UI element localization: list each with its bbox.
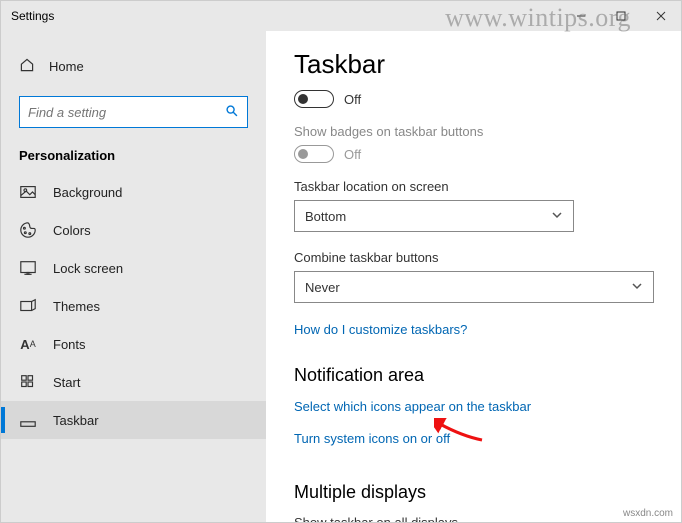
taskbar-icon — [19, 411, 37, 429]
chevron-down-icon — [631, 282, 643, 293]
window-buttons — [561, 1, 681, 31]
combine-select[interactable]: Never — [294, 271, 654, 303]
nav-taskbar[interactable]: Taskbar — [1, 401, 266, 439]
system-icons-link[interactable]: Turn system icons on or off — [294, 431, 450, 446]
nav-themes[interactable]: Themes — [1, 287, 266, 325]
multi-label: Show taskbar on all displays — [294, 515, 659, 522]
select-icons-link[interactable]: Select which icons appear on the taskbar — [294, 399, 531, 414]
nav-label: Themes — [53, 299, 100, 314]
location-label: Taskbar location on screen — [294, 179, 659, 194]
fonts-icon: AA — [19, 335, 37, 353]
toggle-state: Off — [344, 92, 361, 107]
select-value: Bottom — [305, 209, 346, 224]
location-select[interactable]: Bottom — [294, 200, 574, 232]
toggle-badges — [294, 145, 334, 163]
nav-fonts[interactable]: AA Fonts — [1, 325, 266, 363]
lockscreen-icon — [19, 259, 37, 277]
page-title: Taskbar — [294, 49, 659, 80]
nav-label: Fonts — [53, 337, 86, 352]
chevron-down-icon — [551, 211, 563, 222]
nav-label: Background — [53, 185, 122, 200]
minimize-button[interactable] — [561, 1, 601, 31]
window-title: Settings — [1, 9, 54, 23]
badges-label: Show badges on taskbar buttons — [294, 124, 659, 139]
home-icon — [19, 57, 35, 76]
search-box[interactable] — [19, 96, 248, 128]
home-nav[interactable]: Home — [1, 49, 266, 84]
toggle-taskbar[interactable] — [294, 90, 334, 108]
select-value: Never — [305, 280, 340, 295]
close-button[interactable] — [641, 1, 681, 31]
titlebar: Settings — [1, 1, 681, 31]
picture-icon — [19, 183, 37, 201]
home-label: Home — [49, 59, 84, 74]
nav-lockscreen[interactable]: Lock screen — [1, 249, 266, 287]
nav-colors[interactable]: Colors — [1, 211, 266, 249]
multiple-displays-header: Multiple displays — [294, 482, 659, 503]
nav-label: Colors — [53, 223, 91, 238]
notification-area-header: Notification area — [294, 365, 659, 386]
section-header: Personalization — [1, 142, 266, 173]
sidebar: Home Personalization Background Colors — [1, 31, 266, 522]
start-icon — [19, 373, 37, 391]
nav-start[interactable]: Start — [1, 363, 266, 401]
customize-link[interactable]: How do I customize taskbars? — [294, 322, 467, 337]
nav-label: Lock screen — [53, 261, 123, 276]
search-icon — [225, 104, 239, 121]
footer-watermark: wsxdn.com — [623, 508, 673, 519]
nav-label: Start — [53, 375, 80, 390]
nav-background[interactable]: Background — [1, 173, 266, 211]
themes-icon — [19, 297, 37, 315]
toggle-state: Off — [344, 147, 361, 162]
maximize-button[interactable] — [601, 1, 641, 31]
main-panel: Taskbar Off Show badges on taskbar butto… — [266, 31, 681, 522]
palette-icon — [19, 221, 37, 239]
search-input[interactable] — [28, 105, 225, 120]
combine-label: Combine taskbar buttons — [294, 250, 659, 265]
nav-label: Taskbar — [53, 413, 99, 428]
